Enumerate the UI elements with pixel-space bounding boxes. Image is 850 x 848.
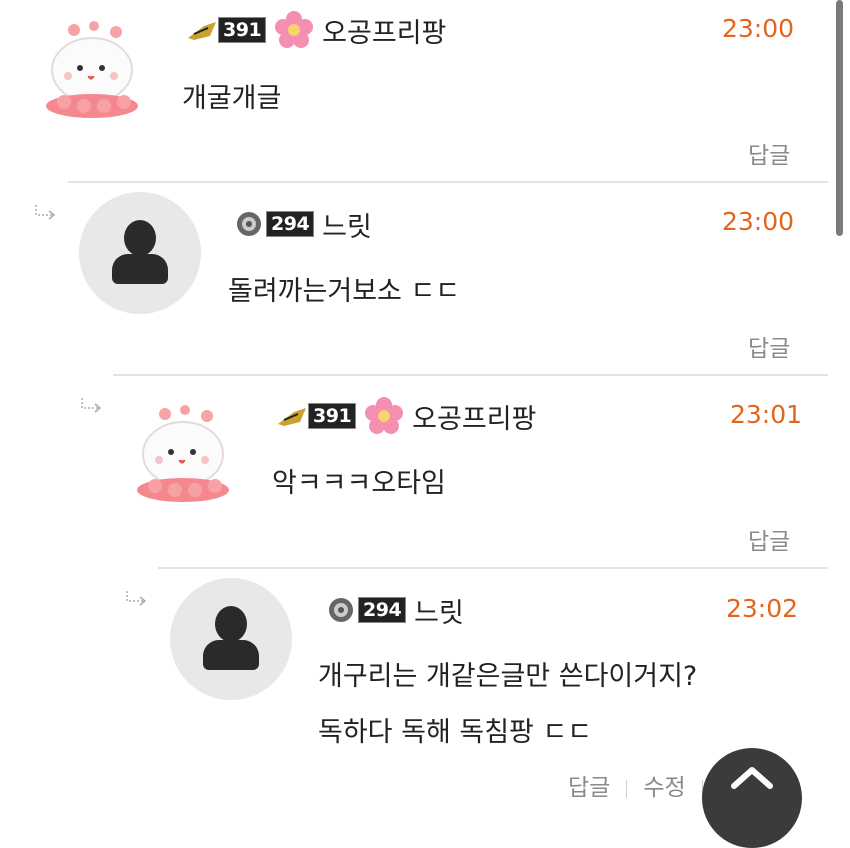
avatar[interactable] [135,404,235,504]
person-icon [124,220,156,256]
edit-button[interactable]: 수정 [643,775,685,801]
level-number: 294 [358,597,407,623]
flower-icon [365,397,404,434]
reply-arrow-icon [35,205,56,220]
level-number: 391 [218,17,267,43]
scroll-top-icon [731,767,773,789]
avatar[interactable] [170,578,292,700]
reply-button[interactable]: 답글 [748,522,790,556]
comment-time: 23:01 [730,400,803,429]
level-number: 294 [266,211,315,237]
comment-time: 23:00 [722,207,795,236]
comment-time: 23:00 [722,14,795,43]
comment-time: 23:02 [726,594,799,623]
reply-button[interactable]: 답글 [568,775,610,801]
reply-button[interactable]: 답글 [748,136,790,170]
avatar[interactable] [44,20,144,120]
reply-button[interactable]: 답글 [748,329,790,363]
comment-text-line-1: 개구리는 개같은글만 쓴다이거지? [318,661,698,692]
scroll-top-button[interactable] [702,748,802,848]
action-divider [626,779,628,798]
reply-arrow-icon [81,398,102,413]
comment-text: 돌려까는거보소 ㄷㄷ [228,276,461,307]
reply-arrow-icon [126,591,147,606]
nickname[interactable]: 오공프리팡 [412,397,536,436]
divider [158,567,828,569]
level-badge-icon: 391 [188,16,267,44]
avatar[interactable] [79,192,201,314]
scrollbar[interactable] [836,0,843,236]
divider [68,181,828,183]
nickname[interactable]: 느릿 [414,591,464,630]
level-badge-icon: 391 [278,402,357,430]
level-badge-icon: 294 [324,596,407,624]
comment-text-line-2: 독하다 독해 독침팡 ㄷㄷ [318,717,593,748]
level-badge-icon: 294 [232,210,315,238]
divider [113,374,828,376]
flower-icon [275,11,314,48]
nickname[interactable]: 느릿 [322,205,372,244]
comment-text: 개굴개글 [182,83,282,114]
person-icon [215,606,247,642]
level-number: 391 [308,403,357,429]
nickname[interactable]: 오공프리팡 [322,11,446,50]
comment-text: 악ㅋㅋㅋ오타임 [272,468,446,499]
